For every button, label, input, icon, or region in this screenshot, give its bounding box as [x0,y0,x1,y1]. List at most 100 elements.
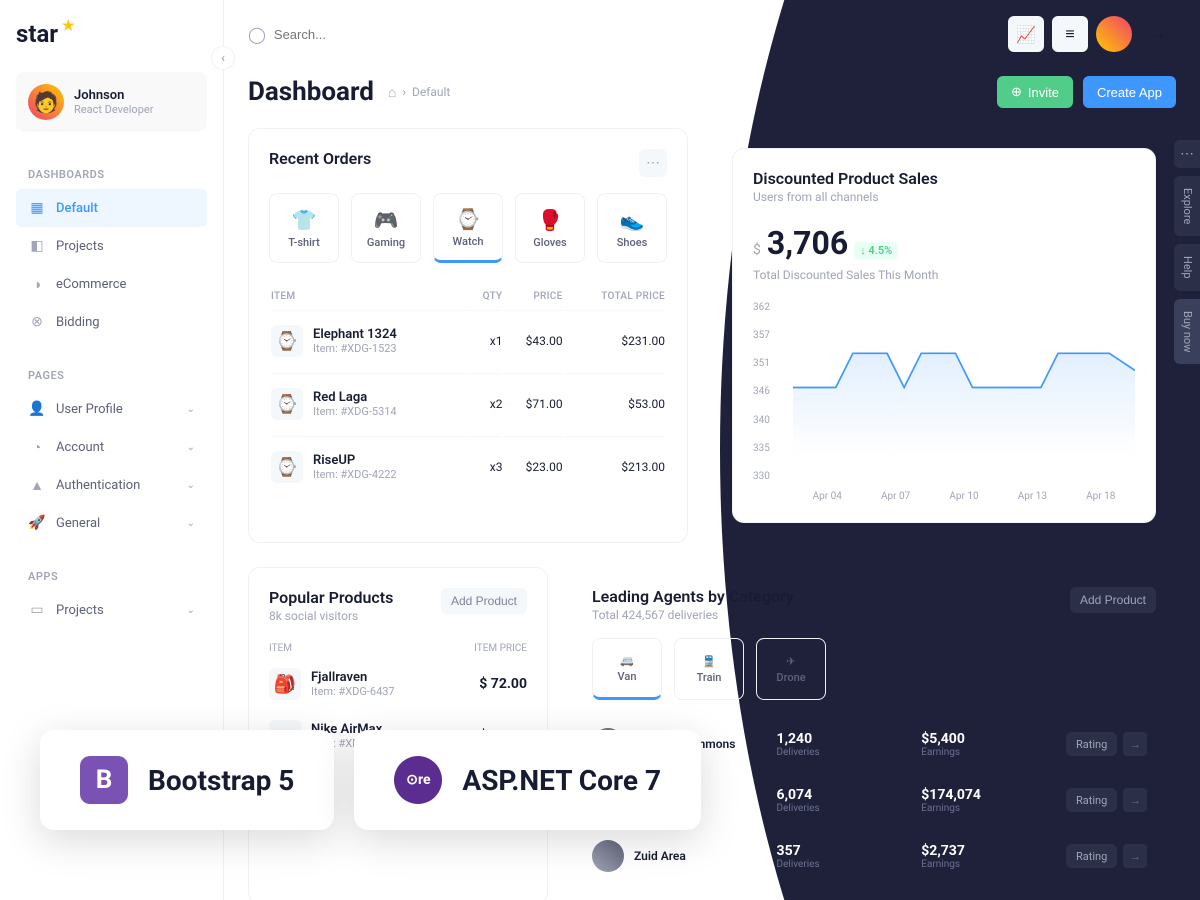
rail-explore-button[interactable]: Explore [1174,176,1200,236]
agent-name-text: Zuid Area [634,849,686,863]
button-label: Invite [1028,85,1059,100]
topbar-chart-icon[interactable]: 📈 [1008,16,1044,52]
stat-earnings: $174,074 [921,787,1054,803]
product-thumb: 🎒 [269,668,301,700]
search-input[interactable] [274,27,474,42]
sidebar-item-projects[interactable]: ◧ Projects [16,227,207,265]
sidebar-item-apps-projects[interactable]: ▭ Projects ⌄ [16,591,207,629]
metric-caption: Total Discounted Sales This Month [753,268,1135,282]
item-name: Red Laga [313,390,397,405]
x-tick: Apr 18 [1086,491,1115,502]
sidebar-item-ecommerce[interactable]: ◑ eCommerce [16,265,207,303]
arrow-right-icon[interactable]: → [1123,844,1147,868]
chevron-down-icon: ⌄ [187,480,195,491]
create-app-button[interactable]: Create App [1083,76,1176,108]
badge-label: Bootstrap 5 [148,764,294,797]
arrow-right-icon[interactable]: → [1123,788,1147,812]
tshirt-icon: 👕 [292,208,317,232]
bootstrap-icon: B [80,756,128,804]
nav-header-dashboards: DASHBOARDS [16,160,207,189]
sidebar-item-label: General [56,516,100,531]
arrow-right-icon[interactable]: → [1123,732,1147,756]
tab-label: Watch [453,235,484,248]
product-thumb: ⌚ [271,325,303,357]
tab-gloves[interactable]: 🥊Gloves [515,193,585,263]
item-sku: Item: #XDG-5314 [313,405,397,418]
tab-gaming[interactable]: 🎮Gaming [351,193,421,263]
stat-label: Deliveries [777,859,910,870]
topbar-avatar[interactable] [1096,16,1132,52]
agent-tab-drone[interactable]: ✈Drone [756,638,826,700]
discounted-sales-card: Discounted Product Sales Users from all … [712,128,1176,543]
rail-help-button[interactable]: Help [1174,244,1200,291]
brand-text: star [16,20,58,48]
nav-header-apps: APPS [16,562,207,591]
orders-table: ITEM QTY PRICE TOTAL PRICE ⌚Elephant 132… [269,283,667,499]
sidebar-collapse-button[interactable]: ‹ [211,46,235,70]
item-qty: x1 [471,310,502,371]
stat-label: Earnings [921,803,1054,814]
tab-label: Van [618,670,637,683]
search-icon: ◯ [248,25,266,44]
sidebar-item-label: Projects [56,603,104,618]
rating-button[interactable]: Rating [1066,732,1117,756]
tab-shoes[interactable]: 👟Shoes [597,193,667,263]
card-menu-button[interactable]: ⋯ [639,149,667,177]
sidebar-item-authentication[interactable]: ▲ Authentication ⌄ [16,466,207,504]
tab-label: Shoes [617,236,648,249]
y-tick: 330 [753,471,770,482]
sidebar-item-label: Bidding [56,315,100,330]
add-product-button[interactable]: Add Product [1070,587,1156,613]
user-name: Johnson [74,88,153,103]
tab-label: T-shirt [288,236,320,249]
brand-logo[interactable]: star ★ ‹ [16,20,207,48]
badge-label: ASP.NET Core 7 [462,764,661,797]
agent-tab-train[interactable]: 🚆Train [674,638,744,700]
stat-deliveries: 1,240 [777,731,910,747]
currency: $ [753,242,761,258]
item-price: $71.00 [504,373,562,434]
sidebar-item-default[interactable]: ▦ Default [16,189,207,227]
rail-buy-button[interactable]: Buy now [1174,299,1200,364]
projects-icon: ▭ [28,601,46,619]
y-tick: 346 [753,386,770,397]
invite-button[interactable]: ⊕ Invite [997,76,1073,108]
table-row[interactable]: ⌚Elephant 1324Item: #XDG-1523 x1 $43.00 … [271,310,665,371]
rating-button[interactable]: Rating [1066,788,1117,812]
list-item[interactable]: 🎒FjallravenItem: #XDG-6437 $ 72.00 [269,658,527,710]
y-tick: 335 [753,443,770,454]
table-row[interactable]: ⌚RiseUPItem: #XDG-4222 x3 $23.00 $213.00 [271,436,665,497]
tab-watch[interactable]: ⌚Watch [433,193,503,263]
sidebar-item-general[interactable]: 🚀 General ⌄ [16,504,207,542]
item-total: $231.00 [565,310,665,371]
sidebar-item-bidding[interactable]: ⊗ Bidding [16,303,207,341]
stat-label: Earnings [921,859,1054,870]
sidebar-item-account[interactable]: ◔ Account ⌄ [16,428,207,466]
topbar-exit-icon[interactable]: → [1140,16,1176,52]
add-product-button[interactable]: Add Product [441,588,527,614]
sidebar-item-label: Default [56,201,98,216]
gloves-icon: 🥊 [538,208,563,232]
item-price: $23.00 [504,436,562,497]
rail-menu-button[interactable]: ⋯ [1174,140,1200,168]
topbar-toggle-icon[interactable]: ≡ [1052,16,1088,52]
rating-button[interactable]: Rating [1066,844,1117,868]
item-total: $213.00 [565,436,665,497]
table-row[interactable]: ⌚Red LagaItem: #XDG-5314 x2 $71.00 $53.0… [271,373,665,434]
col-qty: QTY [471,285,502,308]
item-name: Fjallraven [311,670,395,685]
item-price: $43.00 [504,310,562,371]
agent-tab-van[interactable]: 🚐Van [592,638,662,700]
projects-icon: ◧ [28,237,46,255]
agent-row[interactable]: Zuid Area 357Deliveries $2,737Earnings R… [592,828,1156,884]
tab-tshirt[interactable]: 👕 T-shirt [269,193,339,263]
metric-value: 3,706 [767,224,848,262]
item-name: RiseUP [313,453,397,468]
home-icon[interactable]: ⌂ [388,84,396,101]
dashboard-icon: ▦ [28,199,46,217]
sidebar-item-label: Authentication [56,478,140,493]
col-price: ITEM PRICE [474,643,527,654]
sidebar-item-user-profile[interactable]: 👤 User Profile ⌄ [16,390,207,428]
col-item: ITEM [271,285,469,308]
user-card[interactable]: 🧑 Johnson React Developer [16,72,207,132]
